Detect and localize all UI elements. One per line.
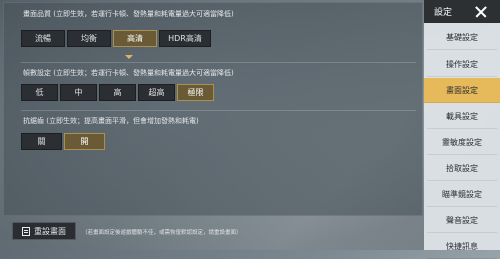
anti-aliasing-options: 關 開 — [21, 133, 105, 150]
graphics-option-hd[interactable]: 高清 — [113, 30, 157, 47]
frame-option-extreme[interactable]: 極限 — [177, 84, 214, 101]
sidebar-item-sensitivity[interactable]: 靈敏度設定 — [427, 130, 497, 155]
section-divider — [21, 62, 416, 63]
graphics-option-balanced[interactable]: 均衡 — [67, 30, 111, 47]
sidebar-item-controls[interactable]: 操作設定 — [427, 52, 497, 77]
sidebar-header: 設定 — [424, 0, 500, 23]
frame-rate-options: 低 中 高 超高 極限 — [21, 84, 214, 101]
aa-option-on[interactable]: 開 — [64, 133, 105, 150]
sidebar-title: 設定 — [433, 8, 452, 18]
sidebar-item-quick-message[interactable]: 快捷訊息 — [427, 234, 497, 259]
reset-hint-text: （若畫面設定後遊戲體驗不佳，或需恢復默認設定，請重設畫面） — [82, 230, 242, 236]
frame-option-medium[interactable]: 中 — [60, 84, 97, 101]
reset-icon — [22, 226, 30, 236]
reset-graphics-label: 重設畫面 — [34, 226, 66, 236]
section-divider — [21, 110, 416, 111]
anti-aliasing-title: 抗鋸齒 (立即生效；提高畫面平滑，但會增加發熱和耗電) — [23, 117, 199, 125]
sidebar-item-pickup[interactable]: 拾取設定 — [427, 156, 497, 181]
frame-option-ultra[interactable]: 超高 — [138, 84, 175, 101]
graphics-quality-options: 流暢 均衡 高清 HDR高清 — [21, 30, 211, 47]
settings-sidebar: 設定 基礎設定 操作設定 畫面設定 載具設定 靈敏度設定 拾取設定 瞄準鏡設定 … — [424, 0, 500, 259]
graphics-option-smooth[interactable]: 流暢 — [21, 30, 65, 47]
sidebar-item-scope[interactable]: 瞄準鏡設定 — [427, 182, 497, 207]
sidebar-item-graphics[interactable]: 畫面設定 — [424, 78, 500, 103]
sidebar-item-vehicle[interactable]: 載具設定 — [427, 104, 497, 129]
aa-option-off[interactable]: 關 — [21, 133, 62, 150]
reset-graphics-button[interactable]: 重設畫面 — [12, 222, 76, 240]
sidebar-item-sound[interactable]: 聲音設定 — [427, 208, 497, 233]
selected-caret-icon — [125, 55, 133, 59]
sidebar-item-basic[interactable]: 基礎設定 — [427, 25, 497, 50]
frame-option-low[interactable]: 低 — [21, 84, 58, 101]
graphics-option-hdr[interactable]: HDR高清 — [159, 30, 211, 47]
frame-option-high[interactable]: 高 — [99, 84, 136, 101]
graphics-quality-title: 畫面品質 (立即生效，若運行卡頓、發熱量和耗電量過大可適當降低) — [23, 10, 234, 18]
close-icon[interactable] — [462, 0, 500, 23]
frame-rate-title: 幀數設定 (立即生效；若運行卡頓、發熱量和耗電量過大可適當降低) — [23, 69, 234, 77]
